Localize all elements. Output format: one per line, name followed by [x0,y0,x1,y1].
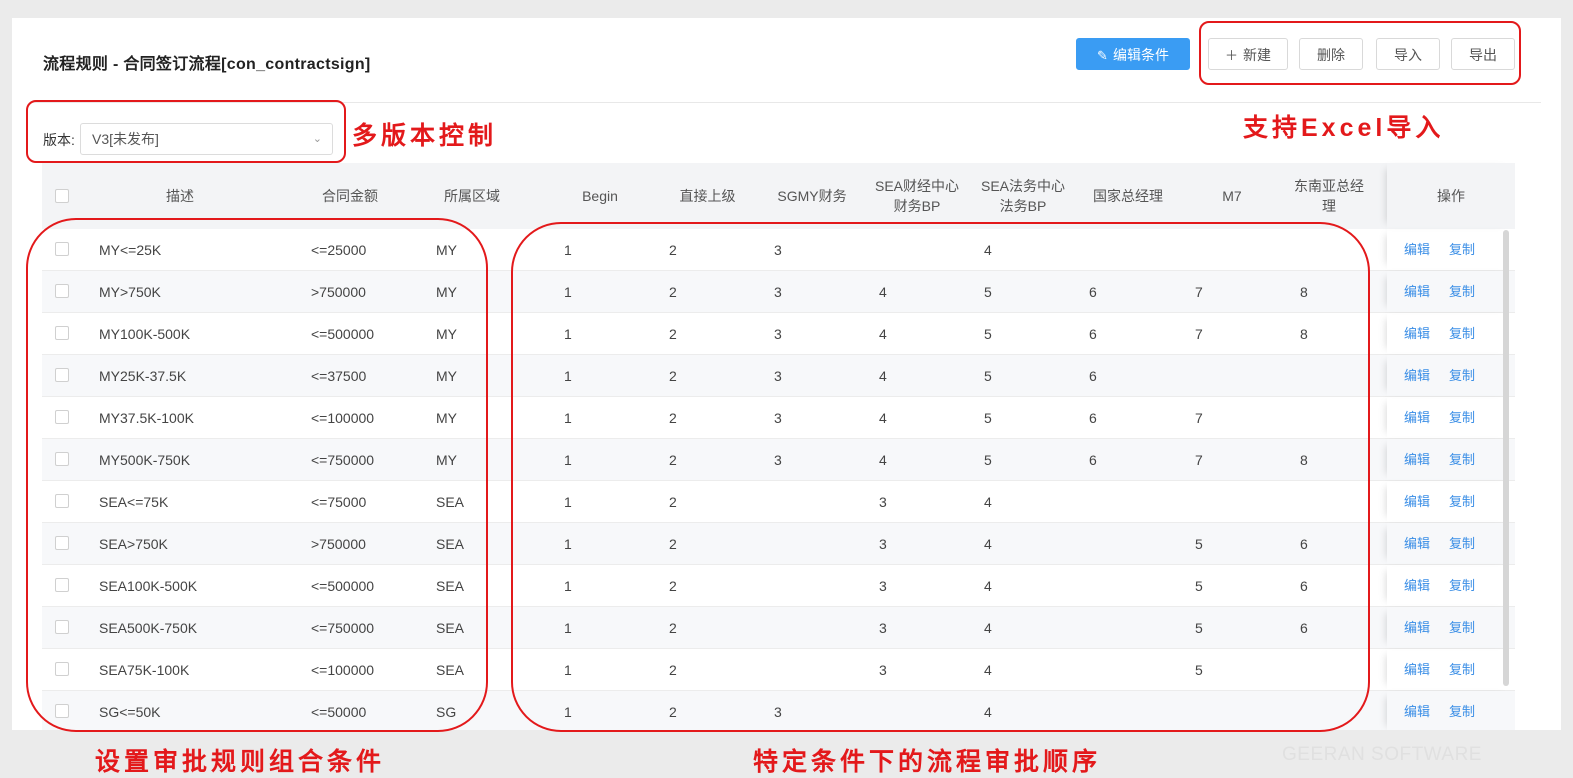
copy-link[interactable]: 复制 [1449,523,1475,565]
conditions-annotation-box [26,218,488,732]
ops-cell: 编辑 复制 [1387,649,1515,690]
ops-cell: 编辑 复制 [1387,439,1515,480]
edit-link[interactable]: 编辑 [1404,607,1430,649]
ops-cell: 编辑 复制 [1387,565,1515,606]
edit-link[interactable]: 编辑 [1404,271,1430,313]
col-sea-gm: 东南亚总经理 [1294,178,1364,214]
copy-link[interactable]: 复制 [1449,313,1475,355]
edit-link[interactable]: 编辑 [1404,565,1430,607]
edit-link[interactable]: 编辑 [1404,691,1430,730]
version-annotation-text: 多版本控制 [352,122,498,150]
edit-link[interactable]: 编辑 [1404,481,1430,523]
col-m7: M7 [1222,188,1242,204]
toolbar-annotation-box [1199,21,1521,85]
copy-link[interactable]: 复制 [1449,229,1475,271]
col-ops: 操作 [1387,163,1515,229]
copy-link[interactable]: 复制 [1449,649,1475,691]
vertical-scrollbar[interactable] [1503,230,1509,686]
ops-cell: 编辑 复制 [1387,523,1515,564]
ops-cell: 编辑 复制 [1387,229,1515,270]
ops-cell: 编辑 复制 [1387,397,1515,438]
edit-link[interactable]: 编辑 [1404,649,1430,691]
version-annotation-box [26,100,346,163]
col-country-gm: 国家总经理 [1093,188,1163,204]
copy-link[interactable]: 复制 [1449,607,1475,649]
copy-link[interactable]: 复制 [1449,271,1475,313]
copy-link[interactable]: 复制 [1449,355,1475,397]
copy-link[interactable]: 复制 [1449,439,1475,481]
edit-conditions-button[interactable]: ✎ 编辑条件 [1076,38,1190,70]
ops-cell: 编辑 复制 [1387,607,1515,648]
copy-link[interactable]: 复制 [1449,691,1475,730]
copy-link[interactable]: 复制 [1449,481,1475,523]
col-sea-fin: SEA财经中心财务BP [874,178,959,214]
edit-link[interactable]: 编辑 [1404,229,1430,271]
sequence-annotation-text: 特定条件下的流程审批顺序 [753,748,1102,776]
edit-link[interactable]: 编辑 [1404,355,1430,397]
col-begin: Begin [582,188,618,204]
col-sgmy: SGMY财务 [777,188,847,204]
col-direct: 直接上级 [679,188,736,204]
select-all-checkbox[interactable] [55,189,69,203]
ops-cell: 编辑 复制 [1387,271,1515,312]
copy-link[interactable]: 复制 [1449,397,1475,439]
col-sea-legal: SEA法务中心法务BP [980,178,1065,214]
sequence-annotation-box [511,222,1370,732]
edit-link[interactable]: 编辑 [1404,313,1430,355]
excel-annotation-text: 支持Excel导入 [1243,114,1445,142]
edit-icon: ✎ [1097,48,1108,63]
conditions-annotation-text: 设置审批规则组合条件 [95,748,386,776]
ops-cell: 编辑 复制 [1387,481,1515,522]
edit-link[interactable]: 编辑 [1404,439,1430,481]
edit-link[interactable]: 编辑 [1404,397,1430,439]
copy-link[interactable]: 复制 [1449,565,1475,607]
ops-cell: 编辑 复制 [1387,355,1515,396]
watermark: GEERAN SOFTWARE [1282,744,1482,765]
edit-link[interactable]: 编辑 [1404,523,1430,565]
page-title: 流程规则 - 合同签订流程[con_contractsign] [43,56,371,73]
ops-cell: 编辑 复制 [1387,691,1515,730]
ops-cell: 编辑 复制 [1387,313,1515,354]
